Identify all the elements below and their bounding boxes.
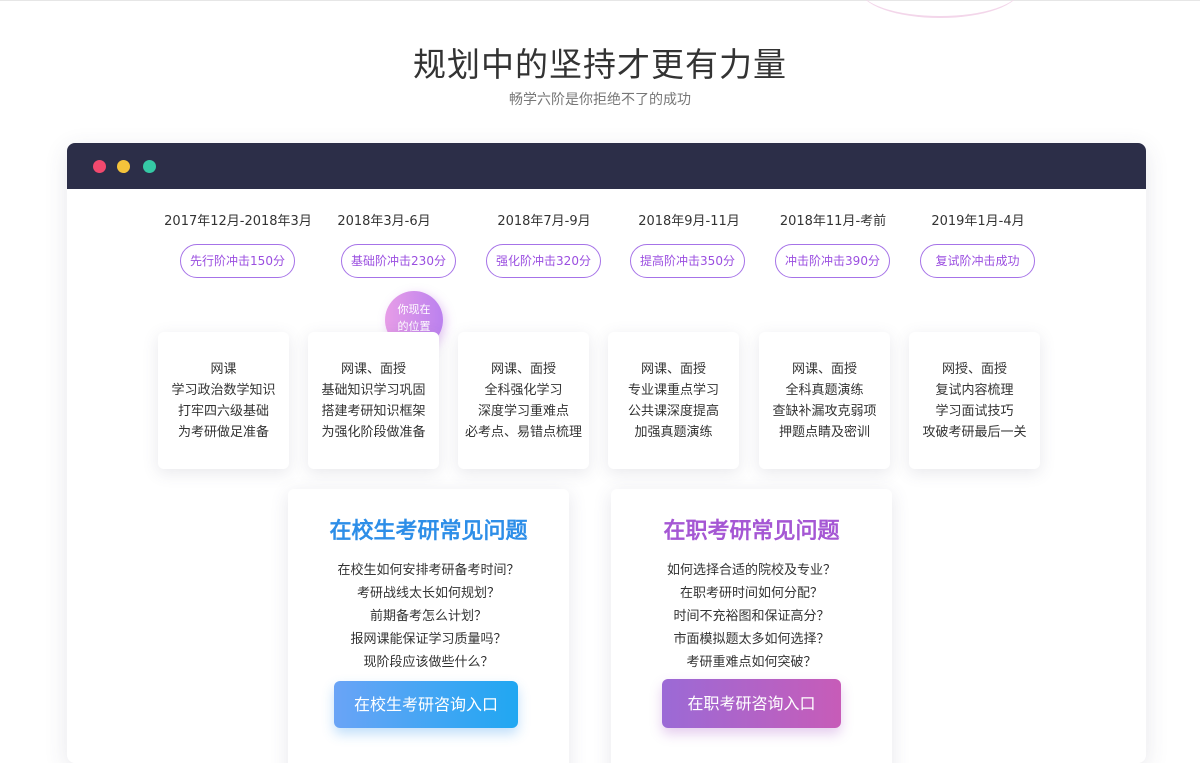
faq-question-link[interactable]: 市面模拟题太多如何选择？ <box>611 628 892 651</box>
faq-question-link[interactable]: 前期备考怎么计划？ <box>288 605 569 628</box>
stage-button-4[interactable]: 提高阶冲击350分 <box>630 244 745 278</box>
top-divider <box>0 0 1200 1</box>
card-line: 为考研做足准备 <box>177 425 269 440</box>
card-line: 网课、面授 <box>490 362 556 377</box>
faq-question-link[interactable]: 考研重难点如何突破？ <box>611 651 892 674</box>
worker-faq-list: 如何选择合适的院校及专业？ 在职考研时间如何分配？ 时间不充裕图和保证高分？ 市… <box>611 559 892 674</box>
stage-button-2[interactable]: 基础阶冲击230分 <box>341 244 456 278</box>
card-line: 专业课重点学习 <box>627 383 719 398</box>
faq-question-link[interactable]: 如何选择合适的院校及专业？ <box>611 559 892 582</box>
card-line: 打牢四六级基础 <box>177 404 269 419</box>
card-line: 学习政治数学知识 <box>171 383 276 398</box>
card-line: 网课 <box>210 362 237 377</box>
card-line: 攻破考研最后一关 <box>922 425 1027 440</box>
stage-button-5[interactable]: 冲击阶冲击390分 <box>775 244 890 278</box>
decorative-arc <box>860 0 1020 18</box>
student-faq-panel: 在校生考研常见问题 在校生如何安排考研备考时间？ 考研战线太长如何规划？ 前期备… <box>288 489 569 763</box>
stage-card-2: 网课、面授 基础知识学习巩固 搭建考研知识框架 为强化阶段做准备 <box>308 332 439 469</box>
card-line: 全科强化学习 <box>484 383 563 398</box>
card-line: 基础知识学习巩固 <box>321 383 426 398</box>
card-line: 网课、面授 <box>791 362 857 377</box>
stage-date: 2018年3月-6月 <box>337 214 431 229</box>
browser-window-frame: 2017年12月-2018年3月 2018年3月-6月 2018年7月-9月 2… <box>67 143 1146 763</box>
minimize-dot-icon[interactable] <box>117 160 130 173</box>
student-consult-button[interactable]: 在校生考研咨询入口 <box>334 681 518 728</box>
card-line: 为强化阶段做准备 <box>321 425 426 440</box>
card-line: 必考点、易错点梳理 <box>464 425 582 440</box>
faq-question-link[interactable]: 现阶段应该做些什么？ <box>288 651 569 674</box>
card-line: 全科真题演练 <box>785 383 864 398</box>
student-faq-list: 在校生如何安排考研备考时间？ 考研战线太长如何规划？ 前期备考怎么计划？ 报网课… <box>288 559 569 674</box>
window-title-bar <box>67 143 1146 189</box>
card-line: 学习面试技巧 <box>935 404 1014 419</box>
stage-date: 2019年1月-4月 <box>931 214 1025 229</box>
card-line: 查缺补漏攻克弱项 <box>772 404 877 419</box>
faq-question-link[interactable]: 在职考研时间如何分配？ <box>611 582 892 605</box>
stage-card-5: 网课、面授 全科真题演练 查缺补漏攻克弱项 押题点睛及密训 <box>759 332 890 469</box>
current-position-label: 你现在 的位置 <box>397 303 431 333</box>
stage-card-4: 网课、面授 专业课重点学习 公共课深度提高 加强真题演练 <box>608 332 739 469</box>
stage-date: 2017年12月-2018年3月 <box>164 214 312 229</box>
worker-consult-button[interactable]: 在职考研咨询入口 <box>662 679 841 728</box>
page-subtitle: 畅学六阶是你拒绝不了的成功 <box>509 92 691 108</box>
stage-card-3: 网课、面授 全科强化学习 深度学习重难点 必考点、易错点梳理 <box>458 332 589 469</box>
faq-question-link[interactable]: 时间不充裕图和保证高分？ <box>611 605 892 628</box>
maximize-dot-icon[interactable] <box>143 160 156 173</box>
close-dot-icon[interactable] <box>93 160 106 173</box>
faq-question-link[interactable]: 考研战线太长如何规划？ <box>288 582 569 605</box>
card-line: 深度学习重难点 <box>477 404 569 419</box>
faq-question-link[interactable]: 报网课能保证学习质量吗？ <box>288 628 569 651</box>
student-faq-title: 在校生考研常见问题 <box>329 519 528 544</box>
card-line: 搭建考研知识框架 <box>321 404 426 419</box>
card-line: 网授、面授 <box>941 362 1007 377</box>
stage-button-1[interactable]: 先行阶冲击150分 <box>180 244 295 278</box>
card-line: 网课、面授 <box>340 362 406 377</box>
card-line: 押题点睛及密训 <box>778 425 870 440</box>
stage-card-6: 网授、面授 复试内容梳理 学习面试技巧 攻破考研最后一关 <box>909 332 1040 469</box>
worker-faq-title: 在职考研常见问题 <box>663 519 840 544</box>
page-title: 规划中的坚持才更有力量 <box>413 45 787 84</box>
worker-faq-panel: 在职考研常见问题 如何选择合适的院校及专业？ 在职考研时间如何分配？ 时间不充裕… <box>611 489 892 763</box>
faq-question-link[interactable]: 在校生如何安排考研备考时间？ <box>288 559 569 582</box>
stage-card-1: 网课 学习政治数学知识 打牢四六级基础 为考研做足准备 <box>158 332 289 469</box>
card-line: 复试内容梳理 <box>935 383 1014 398</box>
stage-button-6[interactable]: 复试阶冲击成功 <box>920 244 1035 278</box>
card-line: 加强真题演练 <box>634 425 713 440</box>
card-line: 网课、面授 <box>640 362 706 377</box>
stage-button-3[interactable]: 强化阶冲击320分 <box>486 244 601 278</box>
card-line: 公共课深度提高 <box>627 404 719 419</box>
